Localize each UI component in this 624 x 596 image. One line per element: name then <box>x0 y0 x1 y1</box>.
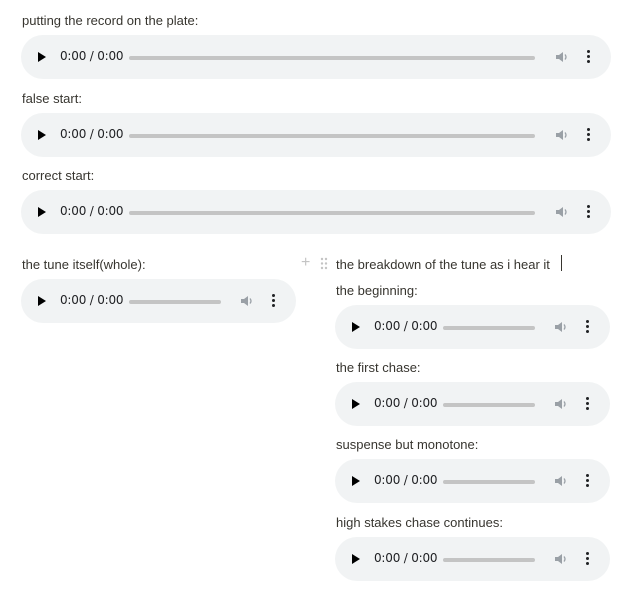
more-vert-icon[interactable] <box>272 294 276 308</box>
play-icon[interactable] <box>38 52 46 62</box>
section-label-2: the first chase: <box>336 360 421 375</box>
more-vert-icon[interactable] <box>587 50 591 64</box>
time-display: 0:00 / 0:00 <box>60 127 124 141</box>
time-display: 0:00 / 0:00 <box>374 551 438 565</box>
play-icon[interactable] <box>38 207 46 217</box>
play-icon[interactable] <box>352 399 360 409</box>
volume-icon[interactable] <box>554 397 568 411</box>
volume-icon[interactable] <box>555 128 569 142</box>
progress-slider[interactable] <box>129 300 221 304</box>
section-player-2[interactable]: 0:00 / 0:00 <box>335 382 610 426</box>
play-icon[interactable] <box>38 296 46 306</box>
plus-icon[interactable]: + <box>301 254 310 272</box>
progress-slider[interactable] <box>129 56 535 60</box>
more-vert-icon[interactable] <box>587 128 591 142</box>
progress-slider[interactable] <box>443 558 535 562</box>
more-vert-icon[interactable] <box>586 474 590 488</box>
play-icon[interactable] <box>352 554 360 564</box>
progress-slider[interactable] <box>443 480 535 484</box>
whole-tune-label: the tune itself(whole): <box>22 257 146 272</box>
time-display: 0:00 / 0:00 <box>60 293 124 307</box>
play-icon[interactable] <box>38 130 46 140</box>
progress-slider[interactable] <box>443 326 535 330</box>
whole-tune-player[interactable]: 0:00 / 0:00 <box>21 279 296 323</box>
progress-slider[interactable] <box>129 134 535 138</box>
audio-player-1[interactable]: 0:00 / 0:00 <box>21 35 611 79</box>
progress-slider[interactable] <box>443 403 535 407</box>
more-vert-icon[interactable] <box>586 552 590 566</box>
audio-player-3[interactable]: 0:00 / 0:00 <box>21 190 611 234</box>
volume-icon[interactable] <box>240 294 254 308</box>
time-display: 0:00 / 0:00 <box>374 396 438 410</box>
text-cursor <box>561 255 562 271</box>
time-display: 0:00 / 0:00 <box>60 49 124 63</box>
play-icon[interactable] <box>352 476 360 486</box>
volume-icon[interactable] <box>554 474 568 488</box>
audio-label-2: false start: <box>22 91 82 106</box>
section-label-3: suspense but monotone: <box>336 437 479 452</box>
audio-label-1: putting the record on the plate: <box>22 13 199 28</box>
more-vert-icon[interactable] <box>586 397 590 411</box>
section-player-1[interactable]: 0:00 / 0:00 <box>335 305 610 349</box>
more-vert-icon[interactable] <box>586 320 590 334</box>
audio-label-3: correct start: <box>22 168 95 183</box>
section-player-3[interactable]: 0:00 / 0:00 <box>335 459 610 503</box>
volume-icon[interactable] <box>554 552 568 566</box>
play-icon[interactable] <box>352 322 360 332</box>
breakdown-heading[interactable]: the breakdown of the tune as i hear it <box>336 257 550 272</box>
drag-handle-icon[interactable] <box>320 257 328 270</box>
section-label-4: high stakes chase continues: <box>336 515 503 530</box>
more-vert-icon[interactable] <box>587 205 591 219</box>
section-label-1: the beginning: <box>336 283 418 298</box>
progress-slider[interactable] <box>129 211 535 215</box>
volume-icon[interactable] <box>554 320 568 334</box>
time-display: 0:00 / 0:00 <box>374 473 438 487</box>
time-display: 0:00 / 0:00 <box>374 319 438 333</box>
volume-icon[interactable] <box>555 205 569 219</box>
time-display: 0:00 / 0:00 <box>60 204 124 218</box>
volume-icon[interactable] <box>555 50 569 64</box>
section-player-4[interactable]: 0:00 / 0:00 <box>335 537 610 581</box>
audio-player-2[interactable]: 0:00 / 0:00 <box>21 113 611 157</box>
